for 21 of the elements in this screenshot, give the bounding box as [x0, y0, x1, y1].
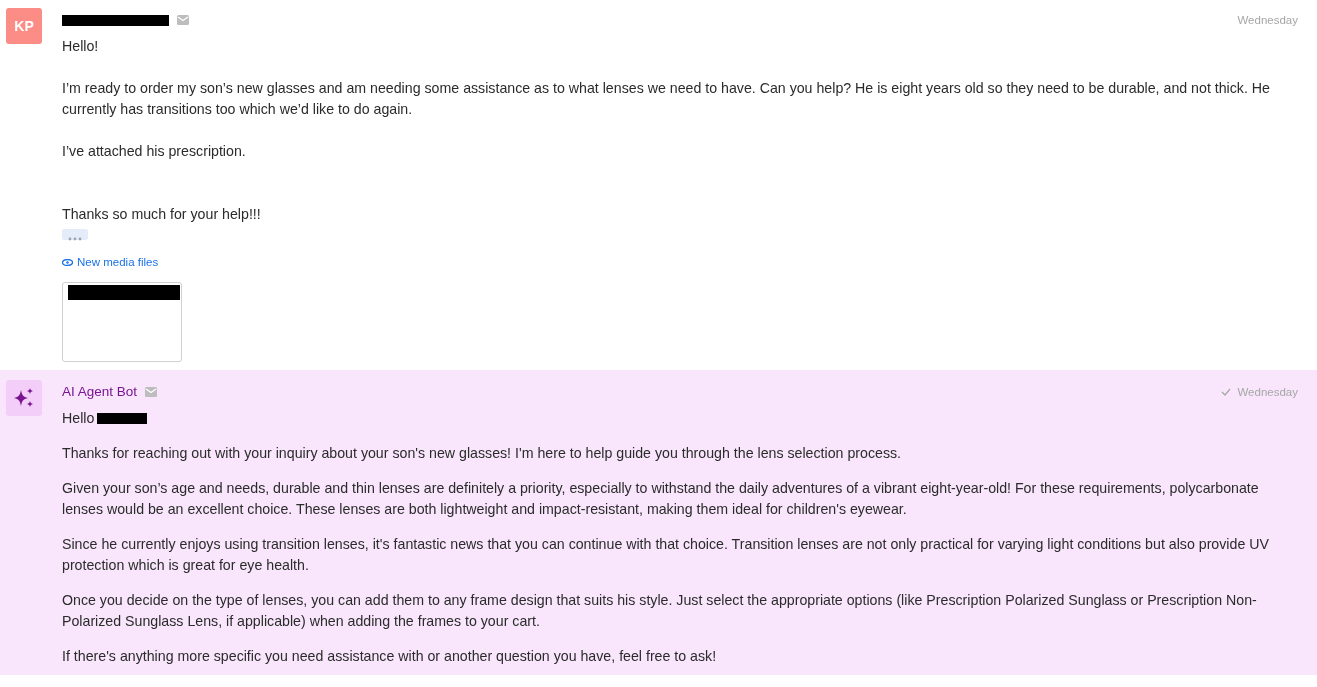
message-paragraph: I’m ready to order my son’s new glasses and am needing some assistance as to what lenses we need to have. Can you help? He is eight years old so they need to be durable, and not thick. He currently has transitions too which we’d like to do again.: [62, 79, 1271, 119]
attachment-thumbnail[interactable]: [62, 281, 182, 362]
greeting-text: Hello: [62, 408, 95, 428]
message-paragraph: I’ve attached his prescription.: [62, 142, 247, 161]
message-paragraph: Given your son’s age and needs, durable and thin lenses are definitely a priority, especially to withstand the daily adventures of a vibrant eight-year-old! For these requirements, polycarbonate lenses would be an excellent choice. These lenses are both lightweight and impact-resistant, making them ideal for children's eyewear.: [62, 478, 1260, 519]
sender-name: AI Agent Bot: [62, 384, 138, 399]
avatar-initials: KP: [6, 8, 42, 44]
message-paragraph: If there's anything more specific you need assistance with or another question you have, feel free to ask!: [62, 646, 718, 666]
message-paragraph: Once you decide on the type of lenses, you can add them to any frame design that suits his style. Just select the appropriate options (like Prescription Polarized Sunglass or Prescription Non-Polarized Sunglass Lens, if applicable) when adding the frames to your cart.: [62, 590, 1258, 631]
message-date: Wednesday: [1237, 385, 1298, 398]
redaction-bar: [97, 412, 148, 424]
dots-icon: [67, 237, 83, 241]
media-link[interactable]: New media files: [62, 256, 159, 268]
message-paragraph: Thanks so much for your help!!!: [62, 205, 262, 224]
envelope-icon: [145, 386, 158, 397]
message-date: Wednesday: [1237, 14, 1298, 26]
envelope-icon: [177, 15, 189, 25]
message-paragraph: Hello!: [62, 37, 100, 56]
message-paragraph: Since he currently enjoys using transition lenses, it's fantastic news that you can continue with that choice. Transition lenses are not only practical for varying light conditions but also provide UV protection which is great for eye health.: [62, 534, 1270, 575]
message-paragraph: Thanks for reaching out with your inquiry about your son's new glasses! I'm here to help guide you through the lens selection process.: [62, 443, 902, 463]
eye-icon: [62, 258, 73, 266]
